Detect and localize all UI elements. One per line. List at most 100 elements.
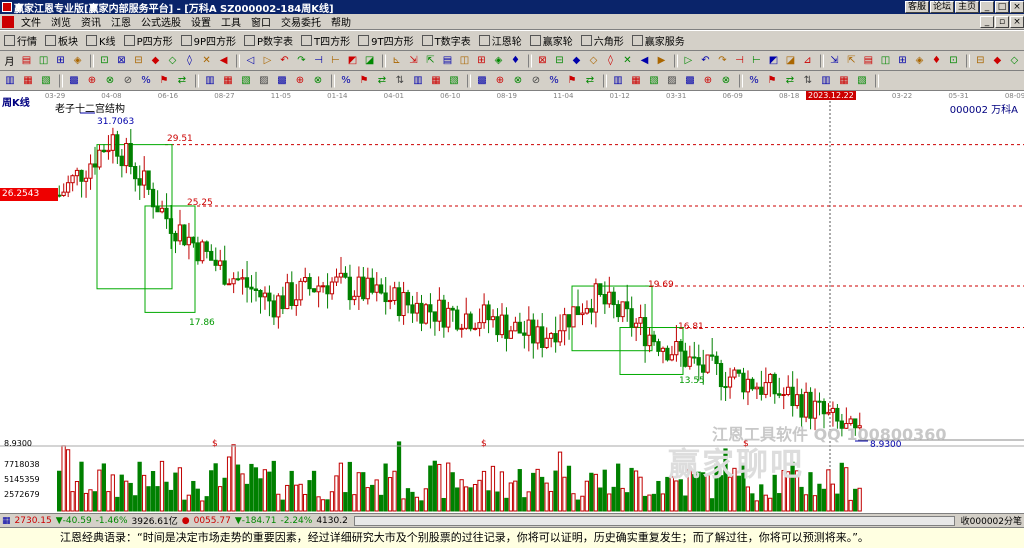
analysis-tool-icon[interactable]: % (746, 73, 762, 89)
draw-tool-icon[interactable]: ◫ (36, 53, 51, 69)
menu-formula[interactable]: 公式选股 (136, 14, 186, 29)
draw-tool-icon[interactable]: ◪ (783, 53, 798, 69)
analysis-tool-icon[interactable]: ▨ (256, 73, 272, 89)
horizontal-scrollbar[interactable] (353, 515, 955, 526)
draw-tool-icon[interactable]: ✕ (620, 53, 635, 69)
analysis-tool-icon[interactable]: ⊕ (700, 73, 716, 89)
toolbar-winner-wheel-button[interactable]: 赢家轮 (526, 32, 577, 50)
analysis-tool-icon[interactable]: ▧ (646, 73, 662, 89)
draw-tool-icon[interactable]: ◁ (243, 53, 258, 69)
draw-tool-icon[interactable]: ⊢ (328, 53, 343, 69)
draw-tool-icon[interactable]: ▤ (440, 53, 455, 69)
analysis-tool-icon[interactable]: ▩ (474, 73, 490, 89)
draw-tool-icon[interactable]: ↶ (698, 53, 713, 69)
draw-tool-icon[interactable]: ◊ (603, 53, 618, 69)
draw-tool-icon[interactable]: ⊠ (535, 53, 550, 69)
analysis-tool-icon[interactable]: ⇄ (782, 73, 798, 89)
analysis-tool-icon[interactable]: % (138, 73, 154, 89)
analysis-tool-icon[interactable]: ⊗ (718, 73, 734, 89)
draw-tool-icon[interactable]: ⇲ (827, 53, 842, 69)
analysis-tool-icon[interactable]: ⇄ (374, 73, 390, 89)
maximize-icon[interactable]: □ (995, 1, 1009, 13)
draw-tool-icon[interactable]: ⊞ (474, 53, 489, 69)
draw-tool-icon[interactable]: ◀ (216, 53, 231, 69)
menu-file[interactable]: 文件 (16, 14, 46, 29)
menu-tools[interactable]: 工具 (216, 14, 246, 29)
toolbar-hexagon-button[interactable]: 六角形 (577, 32, 628, 50)
analysis-tool-icon[interactable]: ▥ (610, 73, 626, 89)
draw-tool-icon[interactable]: ◩ (345, 53, 360, 69)
toolbar-t-square-button[interactable]: T四方形 (297, 32, 354, 50)
draw-tool-icon[interactable]: ⇱ (423, 53, 438, 69)
analysis-tool-icon[interactable]: ▥ (2, 73, 18, 89)
minimize-icon[interactable]: _ (980, 1, 994, 13)
analysis-tool-icon[interactable]: ⚑ (156, 73, 172, 89)
draw-tool-icon[interactable]: ▤ (19, 53, 34, 69)
analysis-tool-icon[interactable]: ⊕ (292, 73, 308, 89)
menu-browse[interactable]: 浏览 (46, 14, 76, 29)
analysis-tool-icon[interactable]: ▩ (66, 73, 82, 89)
analysis-tool-icon[interactable]: ⇄ (174, 73, 190, 89)
menu-info[interactable]: 资讯 (76, 14, 106, 29)
draw-tool-icon[interactable]: ⊣ (732, 53, 747, 69)
draw-tool-icon[interactable]: ♦ (508, 53, 523, 69)
menu-window[interactable]: 窗口 (246, 14, 276, 29)
draw-tool-icon[interactable]: ◆ (990, 53, 1005, 69)
analysis-tool-icon[interactable]: ▥ (818, 73, 834, 89)
draw-tool-icon[interactable]: ⊟ (973, 53, 988, 69)
draw-tool-icon[interactable]: ⇲ (406, 53, 421, 69)
draw-tool-icon[interactable]: ⊡ (946, 53, 961, 69)
draw-tool-icon[interactable]: ⊟ (131, 53, 146, 69)
customer-service-button[interactable]: 客服 (904, 1, 929, 13)
draw-tool-icon[interactable]: ◆ (569, 53, 584, 69)
draw-tool-icon[interactable]: ⊿ (800, 53, 815, 69)
draw-tool-icon[interactable]: ◈ (491, 53, 506, 69)
draw-tool-icon[interactable]: ⊢ (749, 53, 764, 69)
toolbar-service-button[interactable]: 赢家服务 (628, 32, 689, 50)
menu-gann[interactable]: 江恩 (106, 14, 136, 29)
mdi-restore-icon[interactable]: ▫ (995, 15, 1009, 28)
draw-tool-icon[interactable]: ↷ (715, 53, 730, 69)
toolbar-t-number-button[interactable]: T数字表 (418, 32, 475, 50)
analysis-tool-icon[interactable]: ⊗ (310, 73, 326, 89)
analysis-tool-icon[interactable]: ▧ (38, 73, 54, 89)
draw-tool-icon[interactable]: ♦ (929, 53, 944, 69)
draw-tool-icon[interactable]: ◇ (165, 53, 180, 69)
toolbar-9t-square-button[interactable]: 9T四方形 (354, 32, 417, 50)
analysis-tool-icon[interactable]: ▧ (446, 73, 462, 89)
menu-settings[interactable]: 设置 (186, 14, 216, 29)
analysis-tool-icon[interactable]: % (338, 73, 354, 89)
analysis-tool-icon[interactable]: ⚑ (764, 73, 780, 89)
analysis-tool-icon[interactable]: ▦ (628, 73, 644, 89)
analysis-tool-icon[interactable]: ⚑ (564, 73, 580, 89)
close-icon[interactable]: × (1010, 1, 1024, 13)
toolbar-table-button[interactable]: 行情 (0, 32, 41, 50)
toolbar-blocks-button[interactable]: 板块 (41, 32, 82, 50)
analysis-tool-icon[interactable]: ▦ (20, 73, 36, 89)
draw-tool-icon[interactable]: ⊣ (311, 53, 326, 69)
draw-tool-icon[interactable]: ⊞ (53, 53, 68, 69)
draw-tool-icon[interactable]: ↶ (277, 53, 292, 69)
draw-tool-icon[interactable]: ⊟ (552, 53, 567, 69)
analysis-tool-icon[interactable]: % (546, 73, 562, 89)
draw-tool-icon[interactable]: ⊞ (895, 53, 910, 69)
homepage-button[interactable]: 主页 (954, 1, 979, 13)
draw-tool-icon[interactable]: ◪ (362, 53, 377, 69)
analysis-tool-icon[interactable]: ⊘ (120, 73, 136, 89)
draw-tool-icon[interactable]: ▶ (654, 53, 669, 69)
draw-tool-icon[interactable]: ⊾ (389, 53, 404, 69)
menu-help[interactable]: 帮助 (326, 14, 356, 29)
analysis-tool-icon[interactable]: ▩ (682, 73, 698, 89)
analysis-tool-icon[interactable]: ▥ (410, 73, 426, 89)
draw-tool-icon[interactable]: ◫ (878, 53, 893, 69)
analysis-tool-icon[interactable]: ⊗ (102, 73, 118, 89)
analysis-tool-icon[interactable]: ⚑ (356, 73, 372, 89)
period-month-button[interactable]: 月 (2, 53, 17, 69)
analysis-tool-icon[interactable]: ▧ (238, 73, 254, 89)
analysis-tool-icon[interactable]: ⇅ (800, 73, 816, 89)
draw-tool-icon[interactable]: ▷ (681, 53, 696, 69)
analysis-tool-icon[interactable]: ▦ (220, 73, 236, 89)
draw-tool-icon[interactable]: ◇ (586, 53, 601, 69)
draw-tool-icon[interactable]: ◩ (766, 53, 781, 69)
draw-tool-icon[interactable]: ⊠ (114, 53, 129, 69)
